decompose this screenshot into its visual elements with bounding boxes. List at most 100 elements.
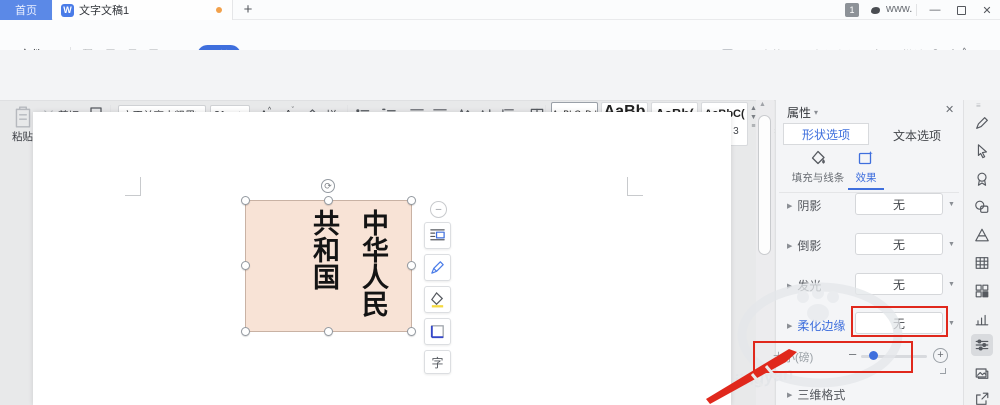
- glow-label: 发光: [797, 277, 821, 294]
- paste-icon: [12, 105, 34, 129]
- reflection-value: 无: [893, 236, 905, 253]
- panel-title[interactable]: 属性▾: [787, 104, 818, 121]
- resize-handle-ne[interactable]: [407, 196, 416, 205]
- menu-bar: ≡ 文件 ∨ ↶▾ ↷ ⌄ 开始 插入 页面布局 引用 审阅 视图 章节 安全 …: [0, 20, 1000, 50]
- document-tab-title: 文字文稿1: [79, 2, 129, 18]
- resize-handle-se[interactable]: [407, 327, 416, 336]
- subtab-fill-lines-label: 填充与线条: [789, 170, 847, 185]
- properties-panel-toggle[interactable]: [971, 334, 993, 356]
- account-count-badge[interactable]: 1: [845, 3, 859, 17]
- seal-button[interactable]: [971, 168, 993, 190]
- margin-mark: [627, 177, 628, 196]
- annotation-box-soft-edges: [851, 306, 948, 337]
- reflection-dropdown[interactable]: 无: [855, 233, 943, 255]
- tab-shape-options[interactable]: 形状选项: [783, 123, 869, 145]
- outline-color-button[interactable]: [424, 254, 451, 281]
- subtab-effects[interactable]: 效果: [848, 149, 884, 190]
- bird-logo-icon: [868, 2, 882, 16]
- divider: [916, 4, 917, 16]
- effects-icon: [857, 149, 875, 167]
- smartart-button[interactable]: [971, 224, 993, 246]
- margin-mark: [140, 177, 141, 196]
- wps-doc-icon: W: [61, 4, 74, 17]
- soft-edges-label: 柔化边缘: [797, 317, 845, 334]
- resize-handle-sw[interactable]: [241, 327, 250, 336]
- margin-mark: [627, 195, 643, 196]
- float-toolbar-collapse-button[interactable]: –: [430, 201, 447, 218]
- apps-button[interactable]: [971, 280, 993, 302]
- maximize-button[interactable]: [948, 0, 974, 20]
- close-button[interactable]: ✕: [974, 0, 1000, 20]
- text-format-label: 字: [431, 354, 443, 371]
- chevron-down-icon[interactable]: ▼: [948, 241, 955, 248]
- document-tab[interactable]: W 文字文稿1: [53, 0, 233, 20]
- shadow-value: 无: [893, 196, 905, 213]
- new-tab-button[interactable]: +: [238, 1, 258, 19]
- chevron-down-icon[interactable]: ▼: [948, 201, 955, 208]
- active-tab-underline: [848, 188, 884, 190]
- chevron-down-icon[interactable]: ▼: [948, 320, 955, 327]
- rotate-handle[interactable]: ⟳: [321, 179, 335, 193]
- image-stack-icon: [974, 365, 990, 381]
- panel-title-label: 属性: [787, 104, 811, 121]
- scroll-up-icon[interactable]: ▲: [759, 101, 766, 108]
- ribbon-toolbar: 粘贴 ▾ 剪切 复制 格式刷 方正兰亭中粗黑简▾ 21▾ A^ Aˇ 拼▾ B …: [0, 50, 1000, 101]
- section-glow[interactable]: ▶发光: [787, 277, 821, 294]
- panel-close-button[interactable]: ✕: [945, 103, 954, 116]
- app-grid-icon: [974, 283, 990, 299]
- select-tool-button[interactable]: [971, 140, 993, 162]
- table-tool-button[interactable]: [971, 252, 993, 274]
- chevron-down-icon[interactable]: ▼: [948, 281, 955, 288]
- shadow-label: 阴影: [797, 197, 821, 214]
- pen-icon: [974, 115, 990, 131]
- chart-button[interactable]: [971, 308, 993, 330]
- maximize-icon: [957, 6, 966, 15]
- pen-icon: [429, 259, 446, 276]
- home-tab-label: 首页: [15, 2, 37, 18]
- shapes-button[interactable]: [971, 196, 993, 218]
- border-style-icon: [429, 323, 446, 340]
- resize-handle-s[interactable]: [324, 327, 333, 336]
- section-3d-format[interactable]: ▶三维格式: [787, 386, 845, 403]
- resize-handle-w[interactable]: [241, 261, 250, 270]
- resize-handle-n[interactable]: [324, 196, 333, 205]
- section-soft-edges[interactable]: ▶柔化边缘: [787, 317, 845, 334]
- annotation-box-size: [753, 341, 913, 373]
- scrollbar-thumb[interactable]: [758, 115, 771, 255]
- glow-dropdown[interactable]: 无: [855, 273, 943, 295]
- ink-annotate-button[interactable]: [971, 112, 993, 134]
- export-share-button[interactable]: [971, 388, 993, 405]
- shadow-dropdown[interactable]: 无: [855, 193, 943, 215]
- wrap-layout-button[interactable]: [424, 222, 451, 249]
- subtab-fill-lines[interactable]: 填充与线条: [789, 149, 847, 185]
- fill-color-button[interactable]: [424, 286, 451, 313]
- unsaved-dot: [216, 7, 222, 13]
- glow-value: 无: [893, 276, 905, 293]
- paste-label: 粘贴: [12, 131, 33, 143]
- window-tab-bar: 首页 W 文字文稿1 + 1 www. — ✕: [0, 0, 1000, 20]
- resize-handle-e[interactable]: [407, 261, 416, 270]
- shapes-icon: [974, 199, 990, 215]
- brand-area: www.: [868, 2, 912, 16]
- text-format-button[interactable]: 字: [424, 350, 451, 374]
- pyramid-icon: [974, 227, 990, 243]
- home-tab[interactable]: 首页: [0, 0, 52, 20]
- section-reflection[interactable]: ▶倒影: [787, 237, 821, 254]
- fill-bucket-icon: [429, 291, 446, 308]
- minimize-button[interactable]: —: [922, 0, 948, 20]
- media-library-button[interactable]: [971, 362, 993, 384]
- table-icon: [974, 255, 990, 271]
- 3d-format-label: 三维格式: [797, 386, 845, 403]
- size-increase-button[interactable]: +: [933, 348, 948, 363]
- section-dialog-launcher[interactable]: [940, 368, 946, 374]
- selected-textbox[interactable]: 中华人民共和国: [245, 200, 412, 332]
- tab-text-options[interactable]: 文本选项: [877, 127, 957, 144]
- border-style-button[interactable]: [424, 318, 451, 345]
- section-shadow[interactable]: ▶阴影: [787, 197, 821, 214]
- fill-lines-icon: [809, 149, 827, 167]
- resize-handle-nw[interactable]: [241, 196, 250, 205]
- subtab-effects-label: 效果: [848, 170, 884, 185]
- bar-chart-icon: [974, 311, 990, 327]
- seal-icon: [974, 171, 990, 187]
- textbox-vertical-text: 中华人民共和国: [299, 209, 397, 331]
